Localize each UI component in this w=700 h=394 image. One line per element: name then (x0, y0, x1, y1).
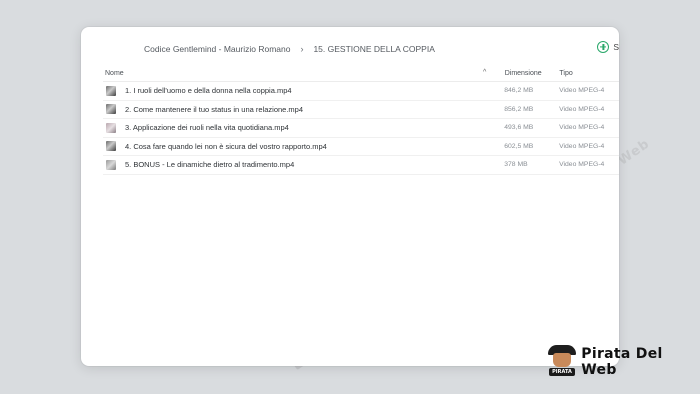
file-size: 602,5 MB (504, 142, 534, 150)
sort-chevron-up-icon[interactable]: ^ (483, 69, 486, 76)
column-header-type[interactable]: Tipo (559, 70, 619, 77)
file-browser-window: Codice Gentlemind - Maurizio Romano › 15… (81, 27, 619, 366)
logo-text: Pirata Del Web (581, 346, 663, 378)
file-type: Video MPEG-4 (559, 124, 605, 132)
add-button[interactable]: S (597, 41, 619, 53)
table-row[interactable]: 2. Come mantenere il tuo status in una r… (103, 101, 619, 119)
chevron-right-icon: › (300, 44, 304, 54)
file-size: 378 MB (504, 161, 528, 169)
column-header-name[interactable]: Nome ^ (103, 69, 486, 77)
file-size: 846,2 MB (504, 87, 534, 95)
column-header-size[interactable]: Dimensione (483, 70, 560, 77)
plus-circle-icon (597, 41, 610, 53)
video-thumbnail-icon (106, 122, 116, 133)
file-name[interactable]: 4. Cosa fare quando lei non è sicura del… (125, 142, 327, 151)
file-type: Video MPEG-4 (559, 161, 605, 169)
video-thumbnail-icon (106, 104, 116, 115)
file-name[interactable]: 3. Applicazione dei ruoli nella vita quo… (125, 123, 289, 132)
table-row[interactable]: 1. I ruoli dell'uomo e della donna nella… (103, 82, 619, 101)
table-header: Nome ^ Dimensione Tipo (103, 65, 619, 82)
file-name[interactable]: 1. I ruoli dell'uomo e della donna nella… (125, 86, 292, 95)
file-type: Video MPEG-4 (559, 87, 605, 95)
file-table: Nome ^ Dimensione Tipo 1. I ruoli dell'u… (103, 65, 619, 175)
pirate-mascot-icon: PIRATA (548, 345, 576, 379)
table-row[interactable]: 3. Applicazione dei ruoli nella vita quo… (103, 119, 619, 138)
file-type: Video MPEG-4 (559, 142, 605, 150)
pirata-del-web-logo: PIRATA Pirata Del Web (548, 345, 700, 379)
video-thumbnail-icon (106, 85, 116, 96)
breadcrumb-root[interactable]: Codice Gentlemind - Maurizio Romano (144, 44, 290, 54)
breadcrumb-current[interactable]: 15. GESTIONE DELLA COPPIA (313, 44, 434, 54)
file-type: Video MPEG-4 (559, 105, 605, 113)
file-size: 856,2 MB (504, 105, 534, 113)
add-button-label: S (613, 42, 619, 52)
video-thumbnail-icon (106, 159, 116, 170)
file-name[interactable]: 2. Come mantenere il tuo status in una r… (125, 105, 303, 114)
table-row[interactable]: 5. BONUS - Le dinamiche dietro al tradim… (103, 156, 619, 175)
file-name[interactable]: 5. BONUS - Le dinamiche dietro al tradim… (125, 160, 294, 169)
video-thumbnail-icon (106, 141, 116, 152)
table-row[interactable]: 4. Cosa fare quando lei non è sicura del… (103, 138, 619, 156)
logo-badge-label: PIRATA (549, 368, 575, 376)
breadcrumb: Codice Gentlemind - Maurizio Romano › 15… (144, 44, 435, 54)
file-size: 493,6 MB (504, 124, 534, 132)
